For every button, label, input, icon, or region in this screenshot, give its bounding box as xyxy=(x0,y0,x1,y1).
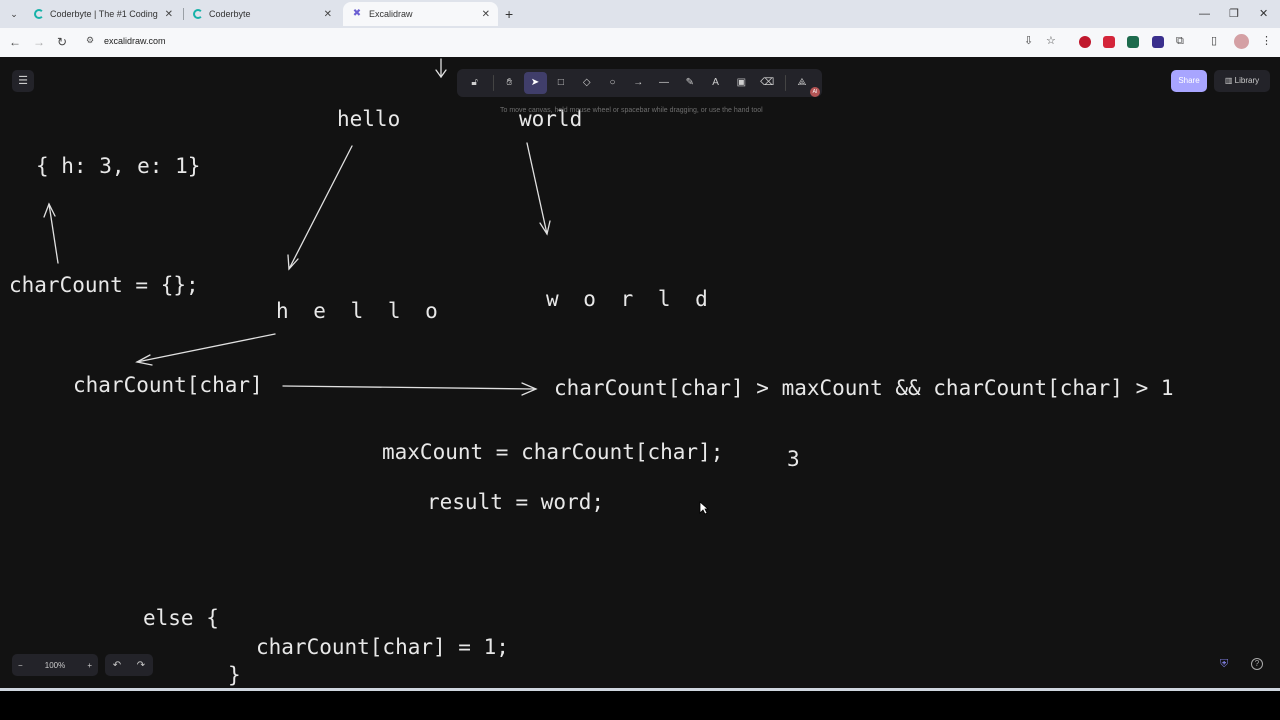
restore-icon[interactable]: ❐ xyxy=(1229,6,1239,22)
ellipse-tool-icon[interactable]: ○ xyxy=(601,72,624,94)
tab-coderbyte-2[interactable]: Coderbyte ✕ xyxy=(185,2,340,26)
tab-coderbyte-1[interactable]: Coderbyte | The #1 Coding Ass ✕ xyxy=(26,2,181,26)
diamond-tool-icon[interactable]: ◇ xyxy=(575,72,598,94)
close-icon[interactable]: ✕ xyxy=(324,9,332,20)
bookmark-star-icon[interactable]: ☆ xyxy=(1046,33,1056,49)
selection-tool-icon[interactable]: ➤ xyxy=(523,72,547,94)
tab-title: Coderbyte xyxy=(209,9,251,19)
omnibox[interactable]: ⚙ excalidraw.com xyxy=(80,32,1210,53)
excalidraw-toolbar: 🔓︎ ✋︎ ➤ □ ◇ ○ → — ✎ A ▣ ⌫ ⟁ xyxy=(457,69,822,97)
line-tool-icon[interactable]: — xyxy=(652,72,675,94)
image-tool-icon[interactable]: ▣ xyxy=(730,72,753,94)
toolbar-divider xyxy=(492,75,494,91)
text-charcount-char[interactable]: charCount[char] xyxy=(73,373,263,397)
extension-icon[interactable] xyxy=(1079,36,1091,48)
site-info-icon[interactable]: ⚙ xyxy=(86,35,94,46)
text-tool-icon[interactable]: A xyxy=(704,72,727,94)
avatar[interactable] xyxy=(1234,34,1249,49)
text-hello-spaced[interactable]: h e l l o xyxy=(276,299,444,323)
close-window-icon[interactable]: ✕ xyxy=(1259,6,1268,22)
side-panel-icon[interactable]: ▯ xyxy=(1211,33,1217,49)
text-close-brace[interactable]: } xyxy=(228,663,241,687)
browser-tab-bar: ⌄ Coderbyte | The #1 Coding Ass ✕ Coderb… xyxy=(0,0,1280,28)
library-label: Library xyxy=(1234,76,1260,85)
mouse-cursor-icon xyxy=(699,501,710,520)
arrow-line xyxy=(526,142,548,235)
close-icon[interactable]: ✕ xyxy=(482,9,490,20)
browser-address-bar: ← → ↻ ⚙ excalidraw.com ⇩ ☆ ⧉ ▯ ⋮ xyxy=(0,28,1280,57)
excalidraw-icon: ✖ xyxy=(352,8,362,19)
eraser-tool-icon[interactable]: ⌫ xyxy=(756,72,779,94)
arrow-line xyxy=(288,145,353,270)
text-condition[interactable]: charCount[char] > maxCount && charCount[… xyxy=(554,376,1174,400)
zoom-level[interactable]: 100% xyxy=(45,661,65,670)
minimize-icon[interactable]: — xyxy=(1199,6,1210,22)
url-text[interactable]: excalidraw.com xyxy=(104,36,166,46)
share-button[interactable]: Share xyxy=(1171,70,1207,92)
help-icon[interactable]: ? xyxy=(1251,658,1263,670)
zoom-in-icon[interactable]: + xyxy=(87,661,92,670)
text-hello[interactable]: hello xyxy=(337,107,400,131)
tab-excalidraw[interactable]: ✖ Excalidraw ✕ xyxy=(343,2,498,26)
reload-icon[interactable]: ↻ xyxy=(57,34,67,50)
tab-search-icon[interactable]: ⌄ xyxy=(6,6,22,22)
hamburger-menu-icon[interactable]: ☰ xyxy=(12,70,34,92)
undo-redo-controls: ↶ ↷ xyxy=(105,654,153,676)
forward-icon[interactable]: → xyxy=(33,34,45,50)
lock-icon[interactable]: 🔓︎ xyxy=(463,72,486,94)
more-menu-icon[interactable]: ⋮ xyxy=(1261,33,1272,49)
excalidraw-canvas[interactable]: hello world { h: 3, e: 1} charCount = {}… xyxy=(0,57,1280,688)
tab-divider xyxy=(183,8,184,20)
zoom-out-icon[interactable]: − xyxy=(18,661,23,670)
arrow-tool-icon[interactable]: → xyxy=(627,72,650,94)
close-icon[interactable]: ✕ xyxy=(165,9,173,20)
text-else-open[interactable]: else { xyxy=(143,606,219,630)
ai-badge-icon: AI xyxy=(810,87,820,97)
install-app-icon[interactable]: ⇩ xyxy=(1024,33,1033,49)
hand-tool-icon[interactable]: ✋︎ xyxy=(498,72,521,94)
letterbox-bar xyxy=(0,691,1280,720)
rectangle-tool-icon[interactable]: □ xyxy=(549,72,572,94)
extension-icon[interactable] xyxy=(1152,36,1164,48)
text-charcount-init[interactable]: charCount = {}; xyxy=(9,273,199,297)
extension-icon[interactable] xyxy=(1127,36,1139,48)
pencil-tool-icon[interactable]: ✎ xyxy=(678,72,701,94)
text-count-object[interactable]: { h: 3, e: 1} xyxy=(36,154,200,178)
library-icon: ▥ xyxy=(1224,76,1233,85)
text-maxcount-assign[interactable]: maxCount = charCount[char]; xyxy=(382,440,723,464)
toolbar-divider xyxy=(785,75,787,91)
canvas-hint: To move canvas, hold mouse wheel or spac… xyxy=(500,107,763,114)
library-button[interactable]: ▥ Library xyxy=(1214,70,1270,92)
tab-title: Coderbyte | The #1 Coding Ass xyxy=(50,9,159,19)
new-tab-icon[interactable]: + xyxy=(505,6,513,22)
redo-icon[interactable]: ↷ xyxy=(137,660,145,671)
text-charcount-set[interactable]: charCount[char] = 1; xyxy=(256,635,509,659)
adblock-icon[interactable] xyxy=(1103,36,1115,48)
shield-icon[interactable]: ⛨ xyxy=(1220,658,1228,671)
back-icon[interactable]: ← xyxy=(9,34,21,50)
text-three[interactable]: 3 xyxy=(787,447,800,471)
arrow-line xyxy=(282,385,537,390)
text-result-assign[interactable]: result = word; xyxy=(427,490,604,514)
tab-title: Excalidraw xyxy=(369,9,413,19)
extensions-puzzle-icon[interactable]: ⧉ xyxy=(1176,33,1184,49)
coderbyte-icon xyxy=(193,9,203,19)
text-world-spaced[interactable]: w o r l d xyxy=(546,287,714,311)
coderbyte-icon xyxy=(34,9,44,19)
zoom-controls: − 100% + xyxy=(12,654,98,676)
undo-icon[interactable]: ↶ xyxy=(113,660,121,671)
arrow-line xyxy=(136,333,276,363)
